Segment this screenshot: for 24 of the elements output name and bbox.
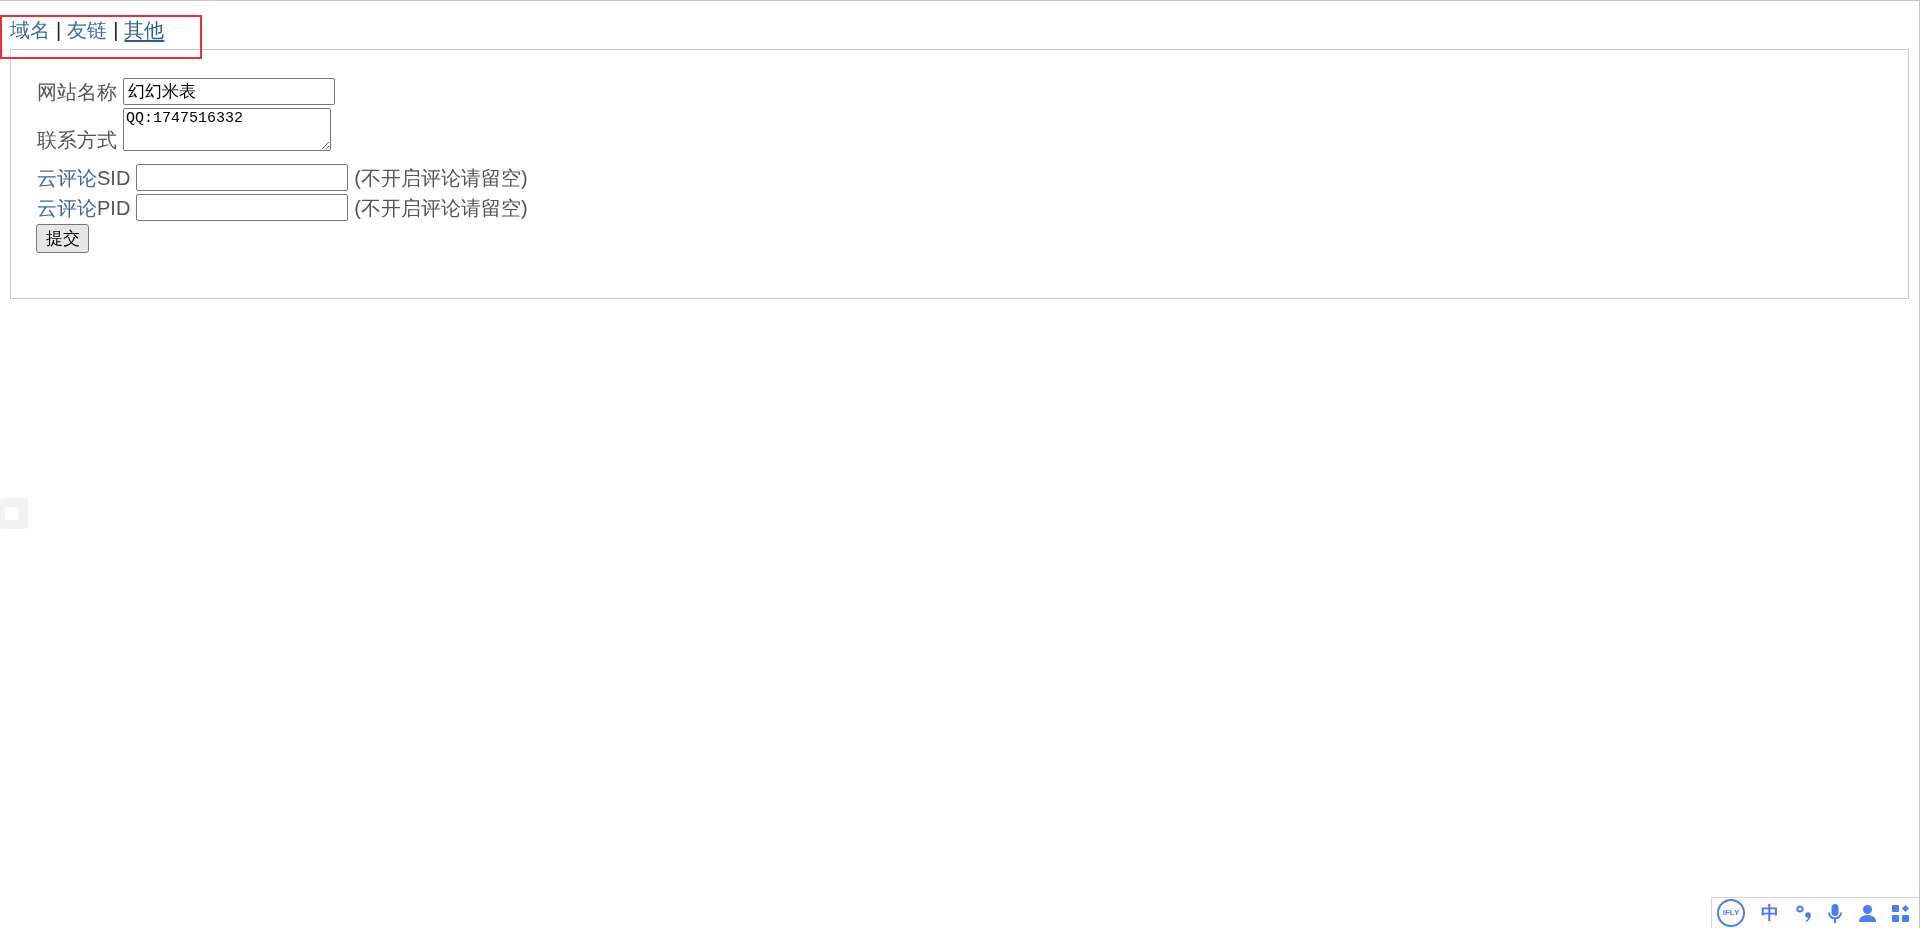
nav-link[interactable]: 其他 bbox=[124, 18, 165, 42]
textarea-field[interactable]: QQ:1747516332 bbox=[123, 108, 331, 151]
punctuation-icon[interactable] bbox=[1795, 904, 1812, 922]
field-label: 网站名称 bbox=[37, 79, 117, 104]
input-field[interactable] bbox=[136, 164, 349, 191]
field-label: SID bbox=[97, 165, 131, 190]
label-link[interactable]: 云评论 bbox=[37, 165, 97, 190]
nav-link[interactable]: 友链 bbox=[67, 18, 108, 42]
field-label: PID bbox=[97, 195, 131, 220]
input-field[interactable]: 幻幻米表 bbox=[123, 78, 335, 105]
nav-separator: | bbox=[113, 18, 119, 42]
input-field[interactable] bbox=[136, 194, 349, 221]
hint-text: (不开启评论请留空) bbox=[354, 195, 528, 220]
field-label: 联系方式 bbox=[37, 129, 117, 151]
apps-icon[interactable] bbox=[1891, 904, 1909, 922]
nav-link[interactable]: 域名 bbox=[10, 18, 50, 42]
microphone-icon[interactable] bbox=[1828, 903, 1843, 923]
user-icon[interactable] bbox=[1858, 904, 1876, 922]
ifly-logo[interactable]: iFLY bbox=[1717, 899, 1745, 927]
input-mode-button[interactable]: 中 bbox=[1761, 902, 1780, 924]
nav-separator: | bbox=[56, 18, 62, 42]
submit-button[interactable]: 提交 bbox=[36, 224, 89, 253]
hint-text: (不开启评论请留空) bbox=[354, 165, 528, 190]
label-link[interactable]: 云评论 bbox=[37, 195, 97, 220]
